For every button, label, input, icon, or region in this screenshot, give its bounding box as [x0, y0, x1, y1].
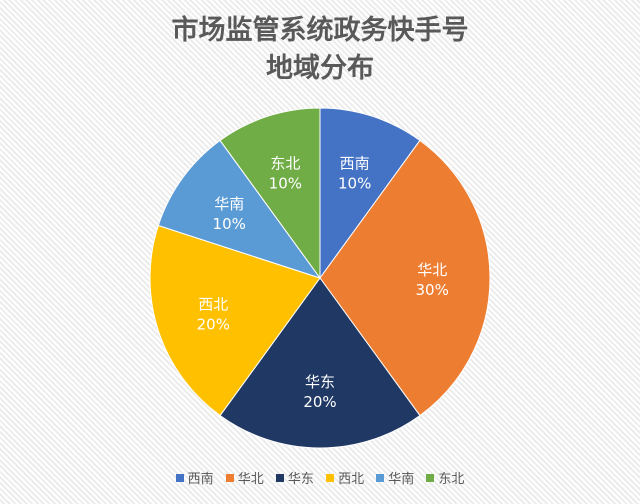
data-label-category: 华南: [214, 195, 244, 213]
legend-item: 华北: [225, 468, 264, 487]
legend-item: 西北: [326, 468, 364, 487]
legend-item: 华南: [376, 468, 414, 487]
data-label-value: 10%: [213, 215, 246, 233]
legend-swatch: [326, 473, 335, 482]
data-label-category: 西北: [198, 296, 228, 314]
data-label-value: 10%: [269, 174, 302, 192]
legend-swatch: [175, 473, 184, 482]
legend-item: 东北: [426, 468, 464, 487]
data-label-value: 30%: [416, 281, 449, 299]
legend-swatch: [376, 473, 385, 482]
data-label-category: 华东: [305, 373, 335, 391]
data-label-value: 20%: [197, 316, 230, 334]
data-label-category: 西南: [340, 154, 370, 172]
data-label-value: 20%: [303, 393, 336, 411]
legend-label: 华南: [388, 472, 415, 487]
legend-label: 西北: [338, 472, 365, 487]
data-label-value: 10%: [338, 174, 371, 192]
legend-swatch: [426, 473, 435, 482]
legend-label: 西南: [187, 472, 214, 487]
data-label-category: 华北: [417, 261, 447, 279]
legend-item: 华东: [275, 468, 314, 487]
legend-item: 西南: [175, 468, 214, 487]
legend-swatch: [225, 473, 234, 482]
legend-label: 东北: [438, 472, 465, 487]
data-label-category: 东北: [270, 154, 300, 172]
legend-swatch: [275, 473, 284, 482]
legend-label: 华东: [287, 472, 314, 487]
pie-chart: 西南 10% 华北 30% 华东 20% 西北 20% 华南 10% 东北 10%: [149, 107, 491, 449]
legend-label: 华北: [237, 472, 264, 487]
legend: 西南 华北 华东 西北 华南 东北: [0, 468, 640, 487]
